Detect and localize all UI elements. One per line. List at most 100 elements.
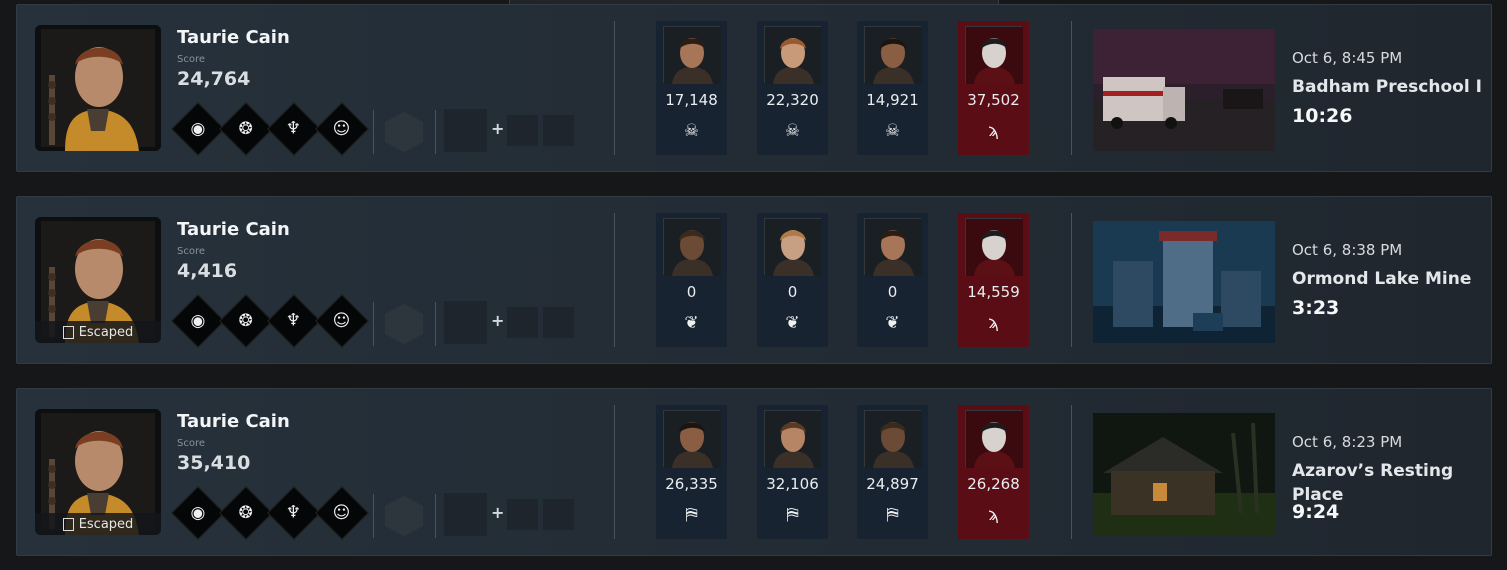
killer-score: 14,559 [967, 283, 1020, 301]
teammate-card[interactable]: 0 ❦ [656, 213, 727, 347]
figure-icon: ♆ [286, 118, 302, 139]
tentacles-icon: ❂ [238, 502, 254, 523]
map-thumbnail[interactable] [1093, 221, 1275, 343]
teammate-card[interactable]: 14,921 ☠ [857, 21, 928, 155]
match-date: Oct 6, 8:38 PM [1292, 241, 1403, 259]
perk-slot[interactable]: ❂ [219, 294, 273, 348]
perk-slot[interactable]: ☺ [315, 486, 369, 540]
divider [373, 494, 374, 538]
teammate-card[interactable]: 0 ❦ [757, 213, 828, 347]
match-duration: 10:26 [1292, 105, 1353, 127]
plus-sign: + [491, 119, 505, 138]
plus-sign: + [491, 503, 505, 522]
tentacles-icon: ❂ [238, 118, 254, 139]
addon-slot[interactable] [507, 307, 538, 338]
offering-slot[interactable] [385, 496, 423, 536]
divider [614, 213, 615, 347]
perk-slot[interactable]: ◉ [171, 102, 225, 156]
claw-icon: ϡ [988, 121, 999, 141]
killer-avatar [965, 26, 1023, 84]
addon-slot[interactable] [543, 499, 574, 530]
teammate-avatar [864, 410, 922, 468]
divider [373, 302, 374, 346]
player-score: 4,416 [177, 260, 238, 282]
addon-slot[interactable] [543, 115, 574, 146]
teammate-score: 0 [887, 283, 898, 301]
teammate-card[interactable]: 24,897 ⛿ [857, 405, 928, 539]
killer-card[interactable]: 26,268 ϡ [958, 405, 1029, 539]
teammate-card[interactable]: 17,148 ☠ [656, 21, 727, 155]
head-icon: ☺ [333, 502, 351, 523]
addon-slot[interactable] [507, 115, 538, 146]
eye-icon: ◉ [190, 310, 206, 331]
teammate-score: 24,897 [866, 475, 919, 493]
divider [614, 405, 615, 539]
teammate-avatar [663, 218, 721, 276]
escape-door-icon: ⛿ [786, 505, 799, 525]
teammate-avatar [663, 26, 721, 84]
teammate-card[interactable]: 0 ❦ [857, 213, 928, 347]
divider [1071, 213, 1072, 347]
perk-slot[interactable]: ♆ [267, 294, 321, 348]
perk-slot[interactable]: ◉ [171, 486, 225, 540]
item-slot[interactable] [444, 109, 487, 152]
teammate-score: 22,320 [766, 91, 819, 109]
match-duration: 9:24 [1292, 501, 1340, 523]
perk-slot[interactable]: ❂ [219, 486, 273, 540]
teammate-avatar [764, 26, 822, 84]
match-card[interactable]: Escaped Taurie Cain Score 35,410 ◉ ❂ ♆ ☺ + 26,33… [16, 388, 1492, 556]
item-slot[interactable] [444, 493, 487, 536]
perk-slot[interactable]: ❂ [219, 102, 273, 156]
teammate-card[interactable]: 26,335 ⛿ [656, 405, 727, 539]
skull-icon: ☠ [884, 121, 901, 141]
item-slot[interactable] [444, 301, 487, 344]
player-score: 24,764 [177, 68, 251, 90]
offering-slot[interactable] [385, 304, 423, 344]
match-card[interactable]: Taurie Cain Score 24,764 ◉ ❂ ♆ ☺ + 17,148 ☠ 22,3… [16, 4, 1492, 172]
escape-door-icon: ⛿ [685, 505, 698, 525]
perk-loadout: ◉ ❂ ♆ ☺ [171, 294, 369, 348]
teammate-avatar [764, 218, 822, 276]
player-name: Taurie Cain [177, 219, 290, 240]
figure-icon: ♆ [286, 502, 302, 523]
perk-slot[interactable]: ☺ [315, 294, 369, 348]
divider [614, 21, 615, 155]
match-date: Oct 6, 8:23 PM [1292, 433, 1403, 451]
teammate-card[interactable]: 32,106 ⛿ [757, 405, 828, 539]
divider [373, 110, 374, 154]
perk-slot[interactable]: ◉ [171, 294, 225, 348]
killer-avatar [965, 410, 1023, 468]
tentacles-icon: ❂ [238, 310, 254, 331]
addon-slot[interactable] [507, 499, 538, 530]
divider [435, 494, 436, 538]
map-thumbnail[interactable] [1093, 413, 1275, 535]
escape-door-icon [62, 517, 74, 531]
offering-slot[interactable] [385, 112, 423, 152]
divider [1071, 21, 1072, 155]
divider [435, 302, 436, 346]
perk-slot[interactable]: ☺ [315, 102, 369, 156]
teammate-score: 14,921 [866, 91, 919, 109]
skull-icon: ☠ [784, 121, 801, 141]
addon-slot[interactable] [543, 307, 574, 338]
map-thumbnail[interactable] [1093, 29, 1275, 151]
escaped-badge: Escaped [35, 321, 161, 343]
perk-loadout: ◉ ❂ ♆ ☺ [171, 486, 369, 540]
plus-sign: + [491, 311, 505, 330]
match-card[interactable]: Escaped Taurie Cain Score 4,416 ◉ ❂ ♆ ☺ + 0 ❦ 0 ❦ … [16, 196, 1492, 364]
sacrifice-icon: ❦ [885, 313, 900, 333]
killer-score: 37,502 [967, 91, 1020, 109]
divider [1071, 405, 1072, 539]
perk-slot[interactable]: ♆ [267, 102, 321, 156]
killer-card[interactable]: 14,559 ϡ [958, 213, 1029, 347]
player-name: Taurie Cain [177, 411, 290, 432]
teammate-avatar [663, 410, 721, 468]
teammate-score: 26,335 [665, 475, 718, 493]
escape-door-icon [62, 325, 74, 339]
perk-slot[interactable]: ♆ [267, 486, 321, 540]
teammate-card[interactable]: 22,320 ☠ [757, 21, 828, 155]
killer-card[interactable]: 37,502 ϡ [958, 21, 1029, 155]
survivor-portrait: Escaped [35, 409, 161, 535]
killer-avatar [965, 218, 1023, 276]
teammate-score: 17,148 [665, 91, 718, 109]
